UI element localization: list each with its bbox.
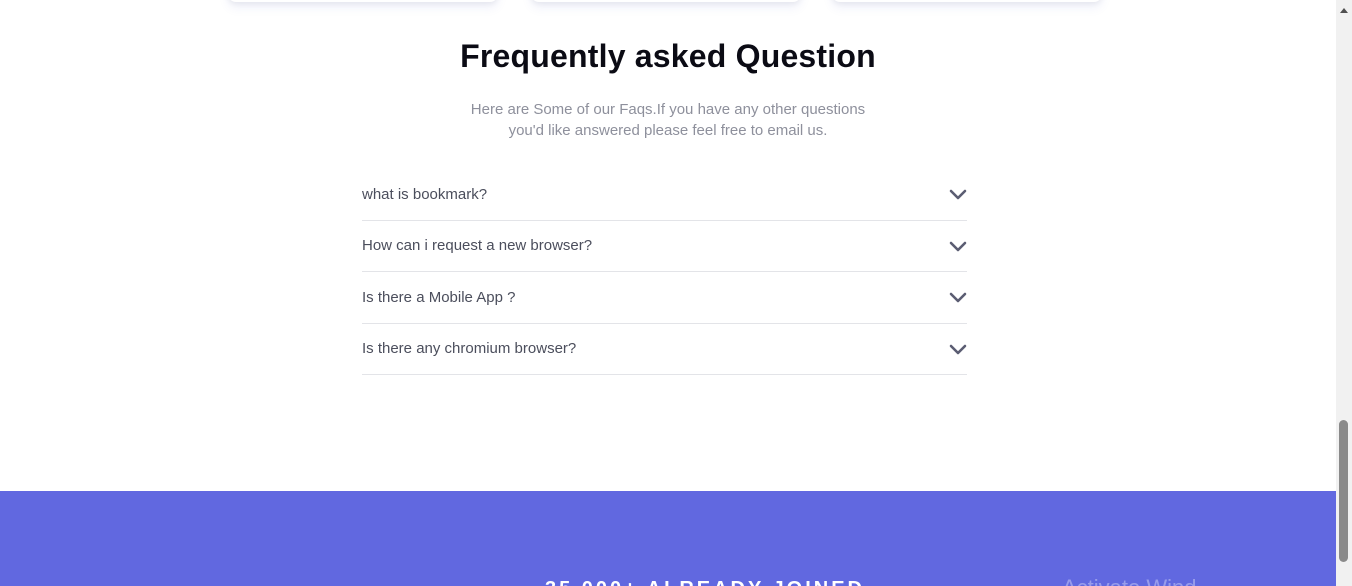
faq-title: Frequently asked Question — [460, 38, 876, 74]
faq-subtitle: Here are Some of our Faqs.If you have an… — [470, 101, 866, 139]
activate-watermark: Activate Wind — [1062, 575, 1197, 586]
faq-item-mobile-app[interactable]: Is there a Mobile App ? — [362, 272, 967, 324]
faq-item-bookmark[interactable]: what is bookmark? — [362, 169, 967, 221]
cta-kicker: 35,000+ ALREADY JOINED — [545, 578, 865, 586]
faq-list: what is bookmark? How can i request a ne… — [362, 169, 967, 375]
chevron-down-icon[interactable] — [949, 185, 967, 203]
faq-question: Is there a Mobile App ? — [362, 288, 516, 306]
arrow-up-icon[interactable] — [1340, 8, 1348, 13]
page: Frequently asked Question Here are Some … — [0, 0, 1336, 586]
chevron-down-icon[interactable] — [949, 340, 967, 358]
faq-question: How can i request a new browser? — [362, 237, 593, 255]
cta-band — [0, 491, 1336, 586]
chevron-down-icon[interactable] — [949, 288, 967, 306]
faq-question: what is bookmark? — [362, 185, 488, 203]
faq-item-new-browser[interactable]: How can i request a new browser? — [362, 221, 967, 272]
faq-question: Is there any chromium browser? — [362, 340, 577, 358]
faq-item-chromium[interactable]: Is there any chromium browser? — [362, 324, 967, 375]
faq-section: Frequently asked Question Here are Some … — [0, 0, 1336, 491]
chevron-down-icon[interactable] — [949, 237, 967, 255]
scroll-thumb[interactable] — [1339, 420, 1348, 562]
scrollbar[interactable] — [1336, 0, 1352, 586]
